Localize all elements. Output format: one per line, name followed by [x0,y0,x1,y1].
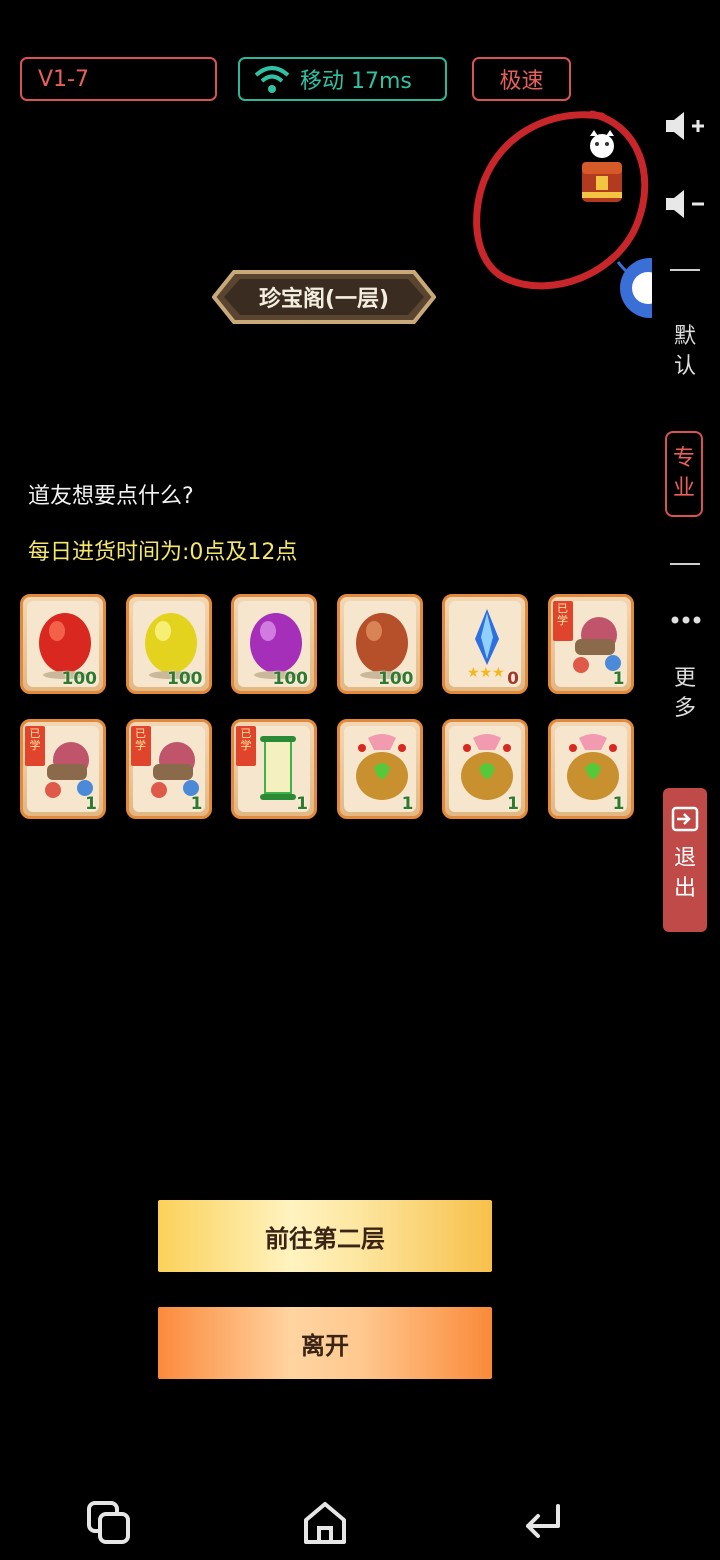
exit-button[interactable]: 退出 [663,788,707,932]
treasure-bag-item[interactable]: 1 [336,719,423,819]
side-divider [670,269,700,271]
back-icon[interactable] [520,1500,566,1546]
money-bag-icon [566,734,619,800]
home-icon[interactable] [302,1500,348,1546]
version-badge[interactable]: V1-7 [20,57,217,101]
network-badge[interactable]: 移动 17ms [238,57,447,101]
recent-apps-icon[interactable] [86,1500,132,1546]
egg-brown-icon [355,613,408,679]
item-quantity: 1 [612,669,625,689]
money-bag-icon [461,734,513,800]
item-quantity: 1 [612,794,625,814]
blue-crystal-item[interactable]: ★★★ 0 [442,594,528,694]
default-mode-button[interactable]: 默认 [666,322,704,382]
speed-mode-label: 极速 [499,69,544,94]
side-divider [670,563,700,565]
egg-red-icon [39,613,91,679]
learned-tag: 已学 [25,726,45,766]
go-next-floor-button[interactable]: 前往第二层 [158,1200,492,1272]
purple-egg-item[interactable]: 100 [231,594,317,694]
cannon-scroll-item[interactable]: 已学 1 [547,594,634,694]
cannon-scroll-item-3[interactable]: 已学 1 [125,719,212,819]
shop-prompt-text: 道友想要点什么? [28,484,194,509]
item-quantity: 1 [85,794,97,814]
item-quantity: 0 [507,669,519,689]
speed-mode-button[interactable]: 极速 [472,57,571,101]
exit-label: 退出 [674,846,697,901]
item-quantity: 100 [272,669,309,689]
item-quantity: 1 [296,794,308,814]
egg-purple-icon [250,613,302,679]
learned-tag: 已学 [236,726,256,766]
wifi-icon [254,66,290,93]
yellow-egg-item[interactable]: 100 [125,594,212,694]
exit-icon [671,806,699,832]
svg-text:★★★: ★★★ [467,665,505,679]
more-dots-icon[interactable] [670,614,702,626]
leave-button[interactable]: 离开 [158,1307,492,1379]
default-mode-label: 默认 [674,324,697,379]
treasure-bag-item-2[interactable]: 1 [442,719,528,819]
item-quantity: 1 [190,794,203,814]
item-quantity: 100 [378,669,414,689]
item-quantity: 1 [401,794,414,814]
red-egg-item[interactable]: 100 [20,594,106,694]
pro-mode-button[interactable]: 专业 [665,431,703,517]
pro-mode-label: 专业 [673,446,696,501]
item-quantity: 1 [507,794,519,814]
green-scroll-item[interactable]: 已学 1 [231,719,317,819]
restock-schedule-text: 每日进货时间为:0点及12点 [28,540,298,565]
treasure-bag-item-3[interactable]: 1 [547,719,634,819]
network-label: 移动 17ms [300,69,412,94]
volume-up-icon[interactable] [664,110,706,142]
blue-crystal-3star-icon: ★★★ [467,609,505,679]
brown-egg-item[interactable]: 100 [336,594,423,694]
item-quantity: 100 [61,669,98,689]
page-title: 珍宝阁(一层) [258,287,390,312]
volume-down-icon[interactable] [664,188,706,220]
assistant-float-icon[interactable] [612,254,652,324]
item-quantity: 100 [167,669,203,689]
lucky-cat-chest-icon[interactable] [578,130,626,206]
learned-tag: 已学 [552,601,573,641]
learned-tag: 已学 [130,726,151,766]
more-button[interactable]: 更多 [666,664,704,724]
egg-yellow-icon [144,613,197,679]
more-label: 更多 [674,666,697,721]
cannon-scroll-item-2[interactable]: 已学 1 [20,719,106,819]
version-label: V1-7 [38,66,89,92]
money-bag-icon [355,734,408,800]
